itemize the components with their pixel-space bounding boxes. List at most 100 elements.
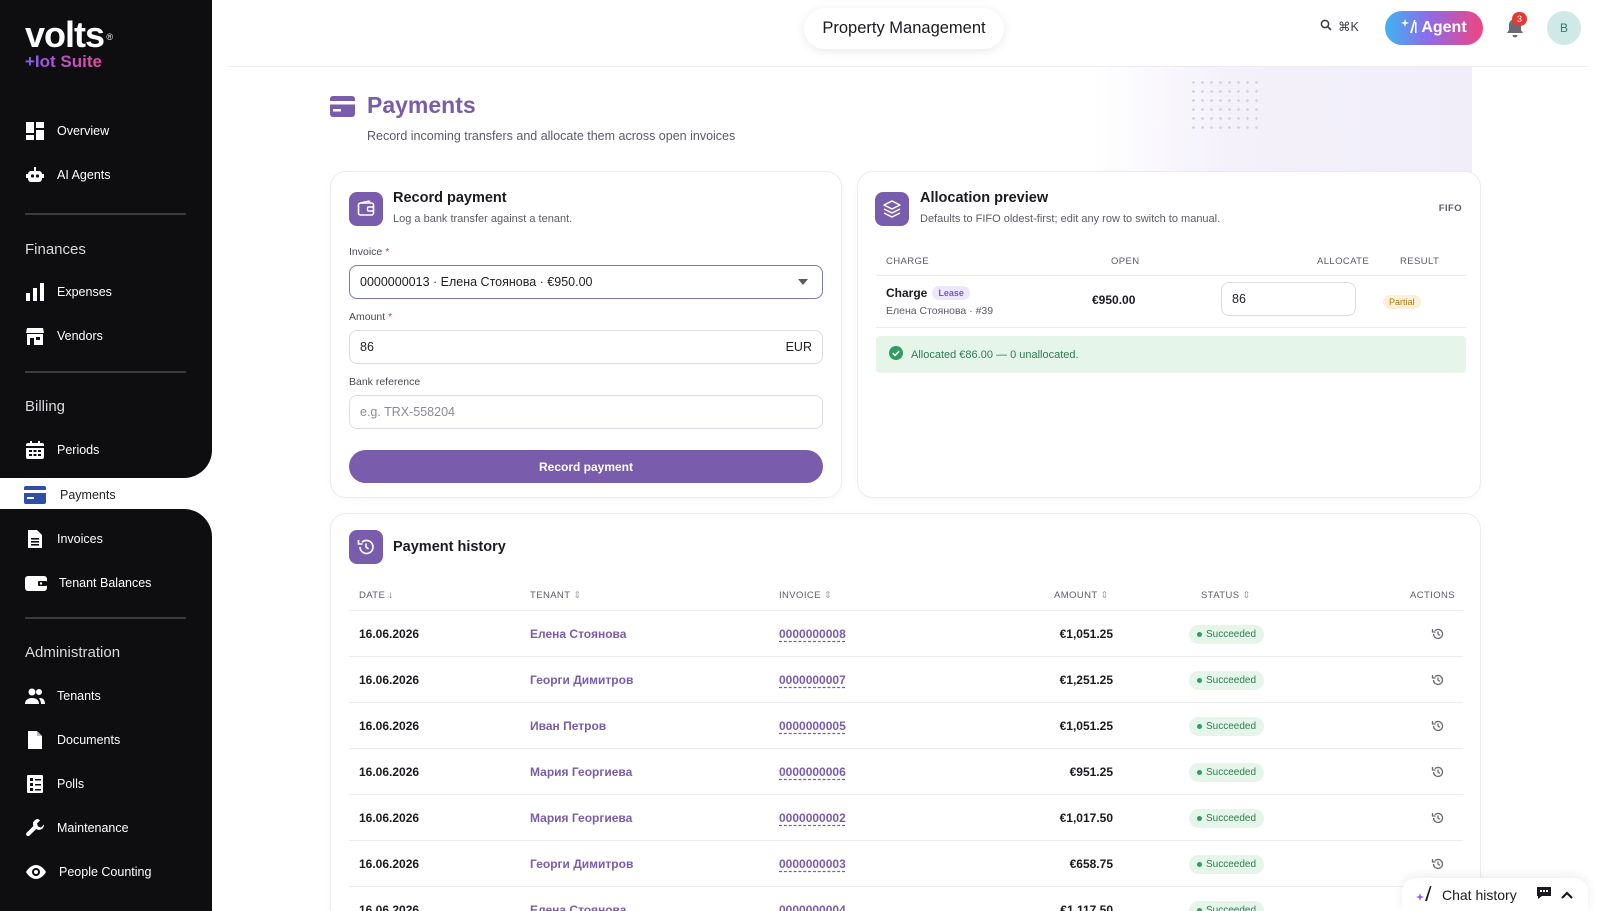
invoice-link[interactable]: 0000000006	[779, 749, 846, 795]
amount-input-value: 86	[360, 340, 374, 354]
history-action-button[interactable]	[1431, 611, 1445, 657]
table-row: 16.06.2026 Елена Стоянова 0000000004 €1,117…	[349, 886, 1463, 911]
bank-reference-input[interactable]: e.g. TRX-558204	[349, 395, 823, 429]
column-header-allocate: Allocate	[1317, 256, 1370, 267]
status-cell: Succeeded	[1189, 887, 1265, 911]
sidebar-divider	[25, 371, 186, 373]
notification-count-badge: 3	[1512, 12, 1527, 26]
tenant-link[interactable]: Елена Стоянова	[530, 887, 626, 911]
table-row: 16.06.2026 Мария Георгиева 0000000006 €951.…	[349, 748, 1463, 794]
user-avatar[interactable]: B	[1547, 11, 1581, 45]
column-header-date[interactable]: Date ↓	[359, 590, 393, 601]
invoice-link[interactable]: 0000000008	[779, 611, 846, 657]
sidebar-item-label: Polls	[57, 777, 85, 791]
invoice-link[interactable]: 0000000002	[779, 795, 846, 841]
payment-amount: €1,251.25	[1059, 673, 1113, 687]
history-icon	[1431, 812, 1444, 824]
sidebar-item-label: Maintenance	[57, 821, 129, 835]
status-badge: Succeeded	[1189, 854, 1265, 874]
sidebar-item-tenant-balances[interactable]: Tenant Balances	[25, 571, 151, 595]
history-action-button[interactable]	[1431, 749, 1445, 795]
sidebar-item-label: Periods	[57, 443, 100, 457]
eye-icon	[25, 862, 47, 882]
payment-amount: €1,051.25	[1059, 719, 1113, 733]
top-header: Property Management ⌘K Agent 3 B	[228, 0, 1588, 67]
allocation-preview-card: Allocation preview Defaults to FIFO olde…	[857, 171, 1481, 498]
invoice-link[interactable]: 0000000007	[779, 657, 846, 703]
status-badge: Succeeded	[1189, 900, 1265, 911]
allocation-charge-cell: Charge Lease	[886, 286, 970, 300]
status-cell: Succeeded	[1189, 657, 1265, 703]
agent-button-label: Agent	[1421, 19, 1467, 36]
tenant-link[interactable]: Иван Петров	[530, 703, 606, 749]
amount-input[interactable]: 86 EUR	[349, 330, 823, 364]
bar-chart-icon	[25, 282, 45, 302]
store-icon	[25, 326, 45, 346]
sidebar-item-invoices[interactable]: Invoices	[25, 527, 103, 551]
sparkle-icon	[1416, 884, 1434, 905]
chevron-up-icon[interactable]	[1560, 887, 1574, 903]
tenant-link[interactable]: Георги Димитров	[530, 841, 633, 887]
sidebar-item-polls[interactable]: Polls	[25, 772, 84, 796]
sidebar-item-label: Tenants	[57, 689, 101, 703]
payment-date: 16.06.2026	[359, 811, 420, 825]
tenant-link[interactable]: Елена Стоянова	[530, 611, 626, 657]
record-payment-subtitle: Log a bank transfer against a tenant.	[393, 213, 573, 225]
column-header-invoice[interactable]: Invoice ⇕	[779, 590, 832, 601]
sidebar-item-expenses[interactable]: Expenses	[25, 280, 112, 304]
sidebar-item-tenants[interactable]: Tenants	[25, 684, 101, 708]
invoice-link[interactable]: 0000000004	[779, 887, 846, 911]
column-header-amount[interactable]: Amount ⇕	[1054, 590, 1109, 601]
brand-logo[interactable]: volts ® +Iot Suite	[25, 17, 113, 72]
page-subtitle: Record incoming transfers and allocate t…	[367, 129, 736, 143]
invoice-link[interactable]: 0000000003	[779, 841, 846, 887]
column-header-result: Result	[1400, 256, 1440, 267]
invoice-link[interactable]: 0000000005	[779, 703, 846, 749]
sidebar-item-documents[interactable]: Documents	[25, 728, 120, 752]
sidebar-item-vendors[interactable]: Vendors	[25, 324, 103, 348]
sidebar-item-payments[interactable]: Payments	[10, 481, 214, 508]
sidebar-item-periods[interactable]: Periods	[25, 438, 99, 462]
allocation-title: Allocation preview	[920, 190, 1049, 206]
table-divider	[876, 327, 1466, 328]
status-cell: Succeeded	[1189, 795, 1265, 841]
history-icon	[349, 530, 383, 564]
allocate-amount-input[interactable]: 86	[1221, 282, 1356, 316]
payment-date: 16.06.2026	[359, 903, 420, 911]
tenant-link[interactable]: Мария Георгиева	[530, 795, 632, 841]
record-payment-button[interactable]: Record payment	[349, 450, 823, 483]
sidebar: volts ® +Iot Suite Overview AI Agents Fin…	[0, 0, 214, 911]
calendar-icon	[25, 440, 45, 460]
chat-history-button[interactable]: Chat history	[1402, 878, 1588, 911]
sidebar-item-label: Vendors	[57, 329, 103, 343]
partial-badge: Partial	[1383, 295, 1421, 309]
sidebar-item-maintenance[interactable]: Maintenance	[25, 816, 129, 840]
tenant-link[interactable]: Мария Георгиева	[530, 749, 632, 795]
sidebar-item-people-counting[interactable]: People Counting	[25, 860, 151, 884]
checklist-icon	[25, 774, 45, 794]
column-header-tenant[interactable]: Tenant ⇕	[530, 590, 582, 601]
file-icon	[25, 730, 45, 750]
sidebar-item-ai-agents[interactable]: AI Agents	[25, 163, 111, 187]
column-header-status[interactable]: Status ⇕	[1201, 590, 1251, 601]
payment-history-card: Payment history Date ↓ Tenant ⇕ Invoice …	[330, 513, 1481, 911]
history-action-button[interactable]	[1431, 703, 1445, 749]
command-search-button[interactable]: ⌘K	[1320, 19, 1359, 34]
agent-button[interactable]: Agent	[1385, 11, 1483, 45]
sidebar-section-finances: Finances	[25, 241, 86, 258]
tenant-link[interactable]: Георги Димитров	[530, 657, 633, 703]
payment-date: 16.06.2026	[359, 719, 420, 733]
history-action-button[interactable]	[1431, 657, 1445, 703]
status-cell: Succeeded	[1189, 841, 1265, 887]
status-badge: Succeeded	[1189, 624, 1265, 644]
table-row: 16.06.2026 Мария Георгиева 0000000002 €1,01…	[349, 794, 1463, 840]
history-action-button[interactable]	[1431, 795, 1445, 841]
status-badge: Succeeded	[1189, 670, 1265, 690]
sidebar-item-label: AI Agents	[57, 168, 111, 182]
status-badge: Succeeded	[1189, 808, 1265, 828]
invoice-select[interactable]: 0000000013 · Елена Стоянова · €950.00	[349, 265, 823, 299]
chat-bubble-icon	[1536, 886, 1552, 903]
people-icon	[25, 686, 45, 706]
layers-icon	[875, 192, 909, 226]
sidebar-item-overview[interactable]: Overview	[25, 119, 109, 143]
